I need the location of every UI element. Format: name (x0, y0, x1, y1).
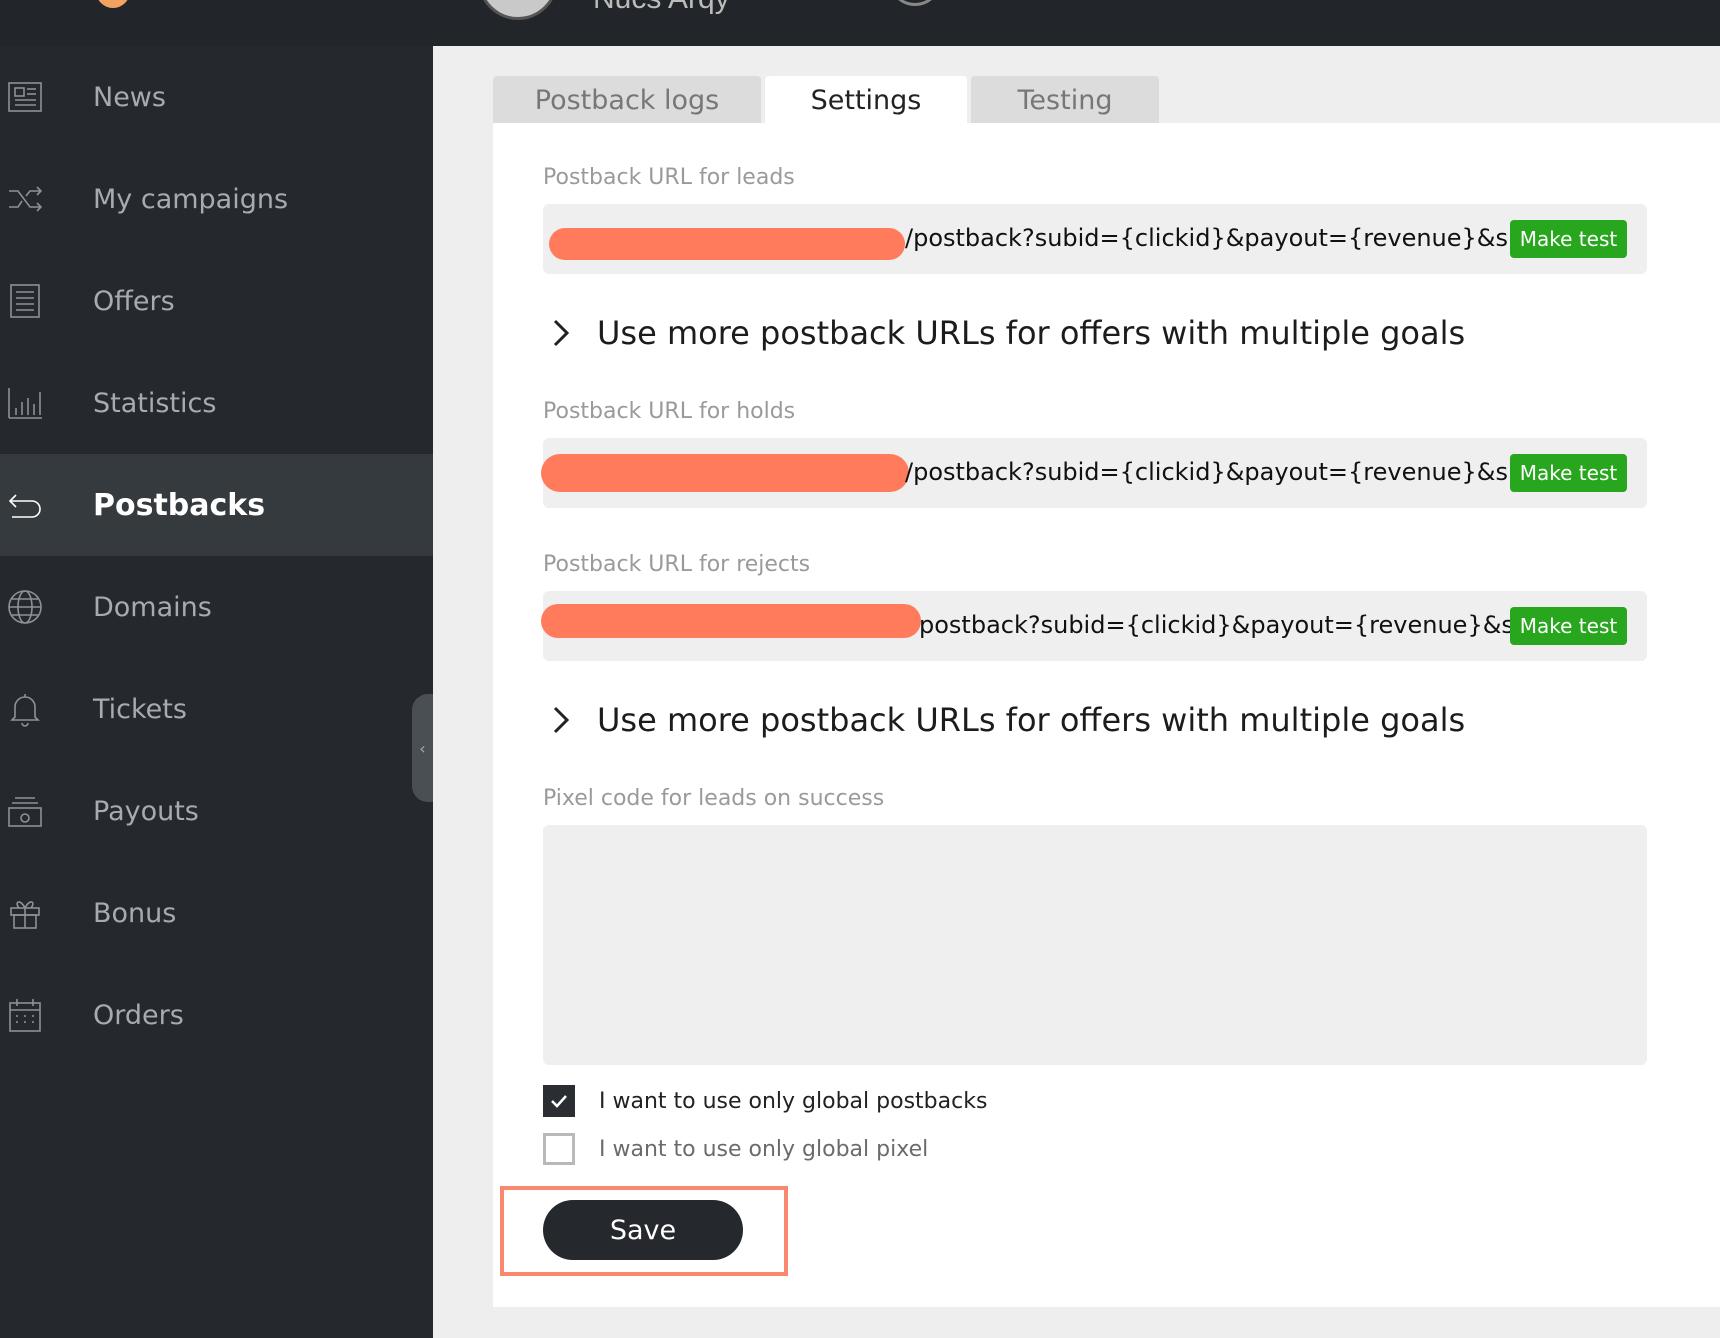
global-pixel-checkbox[interactable] (543, 1133, 575, 1165)
chevron-right-icon (549, 318, 573, 348)
gift-icon (6, 894, 44, 932)
return-arrow-icon (6, 486, 44, 524)
document-list-icon (6, 282, 44, 320)
sidebar-item-domains[interactable]: Domains (0, 556, 433, 658)
leads-more-urls-expander[interactable]: Use more postback URLs for offers with m… (549, 314, 1465, 352)
settings-panel: Postback URL for leads /postback?subid={… (493, 123, 1720, 1307)
rejects-make-test-button[interactable]: Make test (1510, 607, 1627, 645)
calendar-icon (6, 996, 44, 1034)
sidebar-item-label: News (93, 81, 166, 113)
sidebar-item-my-campaigns[interactable]: My campaigns (0, 148, 433, 250)
sidebar: News My campaigns Offers Statistics Post… (0, 46, 433, 1338)
tab-settings[interactable]: Settings (765, 76, 967, 124)
global-pixel-option[interactable]: I want to use only global pixel (543, 1133, 928, 1165)
expander-label: Use more postback URLs for offers with m… (597, 701, 1466, 739)
holds-url-field[interactable]: /postback?subid={clickid}&payout={revenu… (541, 438, 1647, 508)
holds-url-value: /postback?subid={clickid}&payout={revenu… (905, 458, 1531, 486)
global-postbacks-label: I want to use only global postbacks (599, 1088, 988, 1114)
rejects-more-urls-expander[interactable]: Use more postback URLs for offers with m… (549, 701, 1465, 739)
sidebar-item-label: Bonus (93, 897, 177, 929)
bar-chart-icon (6, 384, 44, 422)
sidebar-item-orders[interactable]: Orders (0, 964, 433, 1066)
sidebar-item-bonus[interactable]: Bonus (0, 862, 433, 964)
sidebar-item-label: Tickets (93, 693, 187, 725)
rejects-url-label: Postback URL for rejects (543, 552, 811, 577)
logo[interactable] (96, 0, 130, 8)
chevron-left-icon: ‹ (419, 738, 426, 758)
sidebar-item-label: Payouts (93, 795, 199, 827)
sidebar-item-label: Domains (93, 591, 212, 623)
holds-url-label: Postback URL for holds (543, 399, 796, 424)
bell-icon (6, 690, 44, 728)
pixel-code-label: Pixel code for leads on success (543, 786, 885, 811)
rejects-url-field[interactable]: postback?subid={clickid}&payout={revenue… (541, 591, 1647, 661)
profile-menu-button[interactable] (890, 0, 940, 6)
sidebar-item-label: Statistics (93, 387, 217, 419)
leads-url-value: /postback?subid={clickid}&payout={revenu… (905, 224, 1531, 252)
sidebar-item-news[interactable]: News (0, 46, 433, 148)
username[interactable]: Nucs Arqy (593, 0, 730, 16)
leads-url-label: Postback URL for leads (543, 165, 795, 190)
shuffle-icon (6, 180, 44, 218)
tab-testing[interactable]: Testing (971, 76, 1159, 124)
global-postbacks-checkbox[interactable] (543, 1085, 575, 1117)
sidebar-item-postbacks[interactable]: Postbacks (0, 454, 433, 556)
globe-icon (6, 588, 44, 626)
newspaper-icon (6, 78, 44, 116)
sidebar-item-offers[interactable]: Offers (0, 250, 433, 352)
sidebar-collapse-button[interactable]: ‹ (412, 694, 433, 802)
checkmark-icon (551, 1095, 567, 1108)
top-bar: Nucs Arqy (0, 0, 1720, 46)
save-button[interactable]: Save (543, 1200, 743, 1260)
redaction-mark (541, 604, 921, 638)
holds-make-test-button[interactable]: Make test (1510, 454, 1627, 492)
chevron-right-icon (549, 705, 573, 735)
sidebar-item-tickets[interactable]: Tickets (0, 658, 433, 760)
redaction-mark (549, 228, 905, 260)
rejects-url-value: postback?subid={clickid}&payout={revenue… (919, 611, 1537, 639)
sidebar-item-statistics[interactable]: Statistics (0, 352, 433, 454)
leads-url-field[interactable]: /postback?subid={clickid}&payout={revenu… (543, 204, 1647, 274)
avatar[interactable] (478, 0, 558, 20)
redaction-mark (541, 454, 909, 492)
expander-label: Use more postback URLs for offers with m… (597, 314, 1466, 352)
global-pixel-label: I want to use only global pixel (599, 1136, 929, 1162)
pixel-code-input[interactable] (543, 825, 1647, 1065)
global-postbacks-option[interactable]: I want to use only global postbacks (543, 1085, 987, 1117)
sidebar-item-label: Orders (93, 999, 184, 1031)
money-stack-icon (6, 792, 44, 830)
sidebar-item-label: My campaigns (93, 183, 289, 215)
sidebar-item-label: Postbacks (93, 487, 266, 523)
tab-postback-logs[interactable]: Postback logs (493, 76, 761, 124)
sidebar-item-payouts[interactable]: Payouts (0, 760, 433, 862)
leads-make-test-button[interactable]: Make test (1510, 220, 1627, 258)
sidebar-item-label: Offers (93, 285, 175, 317)
